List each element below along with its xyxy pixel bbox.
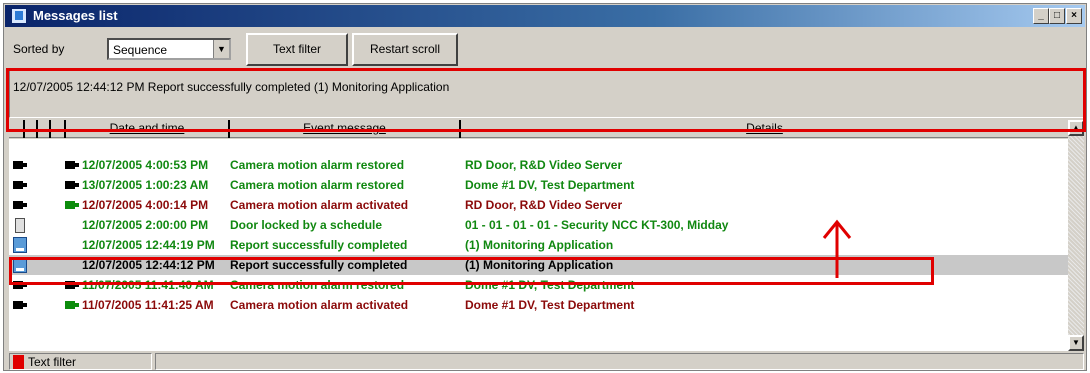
cell-date-time: 12/07/2005 2:00:00 PM [82, 218, 209, 232]
vertical-scrollbar[interactable]: ▲ ▼ [1068, 120, 1084, 351]
toolbar: Sorted by Sequence ▼ Text filter Restart… [5, 30, 1085, 68]
cell-date-time: 11/07/2005 11:41:40 AM [82, 278, 214, 292]
sort-dropdown[interactable]: Sequence ▼ [107, 38, 231, 60]
column-divider[interactable] [49, 120, 51, 138]
messages-list-window: Messages list _ □ × Sorted by Sequence ▼… [3, 3, 1087, 371]
text-filter-button[interactable]: Text filter [246, 33, 348, 66]
messages-table: 12/07/2005 4:00:53 PM Camera motion alarm… [9, 139, 1068, 351]
table-row[interactable]: 13/07/2005 1:00:23 AM Camera motion alarm… [9, 175, 1068, 195]
cell-date-time: 11/07/2005 11:41:25 AM [82, 298, 214, 312]
status-panel [155, 353, 1084, 370]
table-row[interactable]: 12/07/2005 2:00:00 PM Door locked by a sc… [9, 215, 1068, 235]
cell-event-message: Door locked by a schedule [230, 218, 383, 232]
annotation-arrow [822, 219, 852, 278]
cell-details: Dome #1 DV, Test Department [465, 278, 635, 292]
cell-details: Dome #1 DV, Test Department [465, 178, 635, 192]
sort-value: Sequence [113, 43, 168, 57]
minimize-button[interactable]: _ [1033, 8, 1049, 24]
maximize-button[interactable]: □ [1049, 8, 1065, 24]
cell-date-time: 12/07/2005 4:00:53 PM [82, 158, 209, 172]
table-row[interactable]: 12/07/2005 12:44:19 PM Report successfull… [9, 235, 1068, 255]
close-button[interactable]: × [1066, 8, 1082, 24]
cell-details: (1) Monitoring Application [465, 258, 614, 272]
restart-scroll-button[interactable]: Restart scroll [352, 33, 458, 66]
status-text-filter[interactable]: Text filter [9, 353, 152, 370]
annotation-line [823, 222, 824, 223]
cell-details: 01 - 01 - 01 - 01 - Security NCC KT-300,… [465, 218, 729, 232]
cell-event-message: Camera motion alarm restored [230, 178, 405, 192]
cell-date-time: 13/07/2005 1:00:23 AM [82, 178, 209, 192]
scroll-down-button[interactable]: ▼ [1068, 335, 1084, 351]
cell-details: RD Door, R&D Video Server [465, 198, 623, 212]
cell-event-message: Report successfully completed [230, 258, 408, 272]
table-row[interactable]: 12/07/2005 4:00:53 PM Camera motion alarm… [9, 155, 1068, 175]
scroll-up-button[interactable]: ▲ [1068, 120, 1084, 136]
status-text-filter-label: Text filter [28, 355, 77, 369]
table-row[interactable]: 12/07/2005 12:44:12 PM Report successfull… [9, 255, 1068, 275]
cell-date-time: 12/07/2005 4:00:14 PM [82, 198, 209, 212]
cell-event-message: Report successfully completed [230, 238, 408, 252]
cell-date-time: 12/07/2005 12:44:19 PM [82, 238, 215, 252]
table-row[interactable]: 11/07/2005 11:41:25 AM Camera motion alar… [9, 295, 1068, 315]
message-detail-bar: 12/07/2005 12:44:12 PM Report successful… [9, 70, 1084, 118]
header-details[interactable]: Details [461, 120, 1068, 138]
table-row[interactable]: 11/07/2005 11:41:40 AM Camera motion alar… [9, 275, 1068, 295]
column-divider[interactable] [36, 120, 38, 138]
cell-event-message: Camera motion alarm activated [230, 298, 409, 312]
header-event-message[interactable]: Event message [230, 120, 461, 138]
filter-indicator-icon [13, 355, 24, 369]
cell-event-message: Camera motion alarm restored [230, 158, 405, 172]
cell-date-time: 12/07/2005 12:44:12 PM [82, 258, 215, 272]
sorted-by-label: Sorted by [13, 42, 65, 56]
app-icon [11, 8, 27, 24]
cell-event-message: Camera motion alarm restored [230, 278, 405, 292]
header-date-time[interactable]: Date and time [66, 120, 230, 138]
column-divider[interactable] [23, 120, 25, 138]
cell-details: Dome #1 DV, Test Department [465, 298, 635, 312]
table-header: Date and time Event message Details [9, 120, 1068, 138]
status-bar: Text filter [9, 353, 1084, 370]
cell-details: (1) Monitoring Application [465, 238, 614, 252]
chevron-down-icon[interactable]: ▼ [213, 40, 229, 58]
window-title: Messages list [33, 8, 118, 23]
title-bar[interactable]: Messages list _ □ × [5, 5, 1085, 27]
cell-details: RD Door, R&D Video Server [465, 158, 623, 172]
cell-event-message: Camera motion alarm activated [230, 198, 409, 212]
table-row[interactable]: 12/07/2005 4:00:14 PM Camera motion alarm… [9, 195, 1068, 215]
